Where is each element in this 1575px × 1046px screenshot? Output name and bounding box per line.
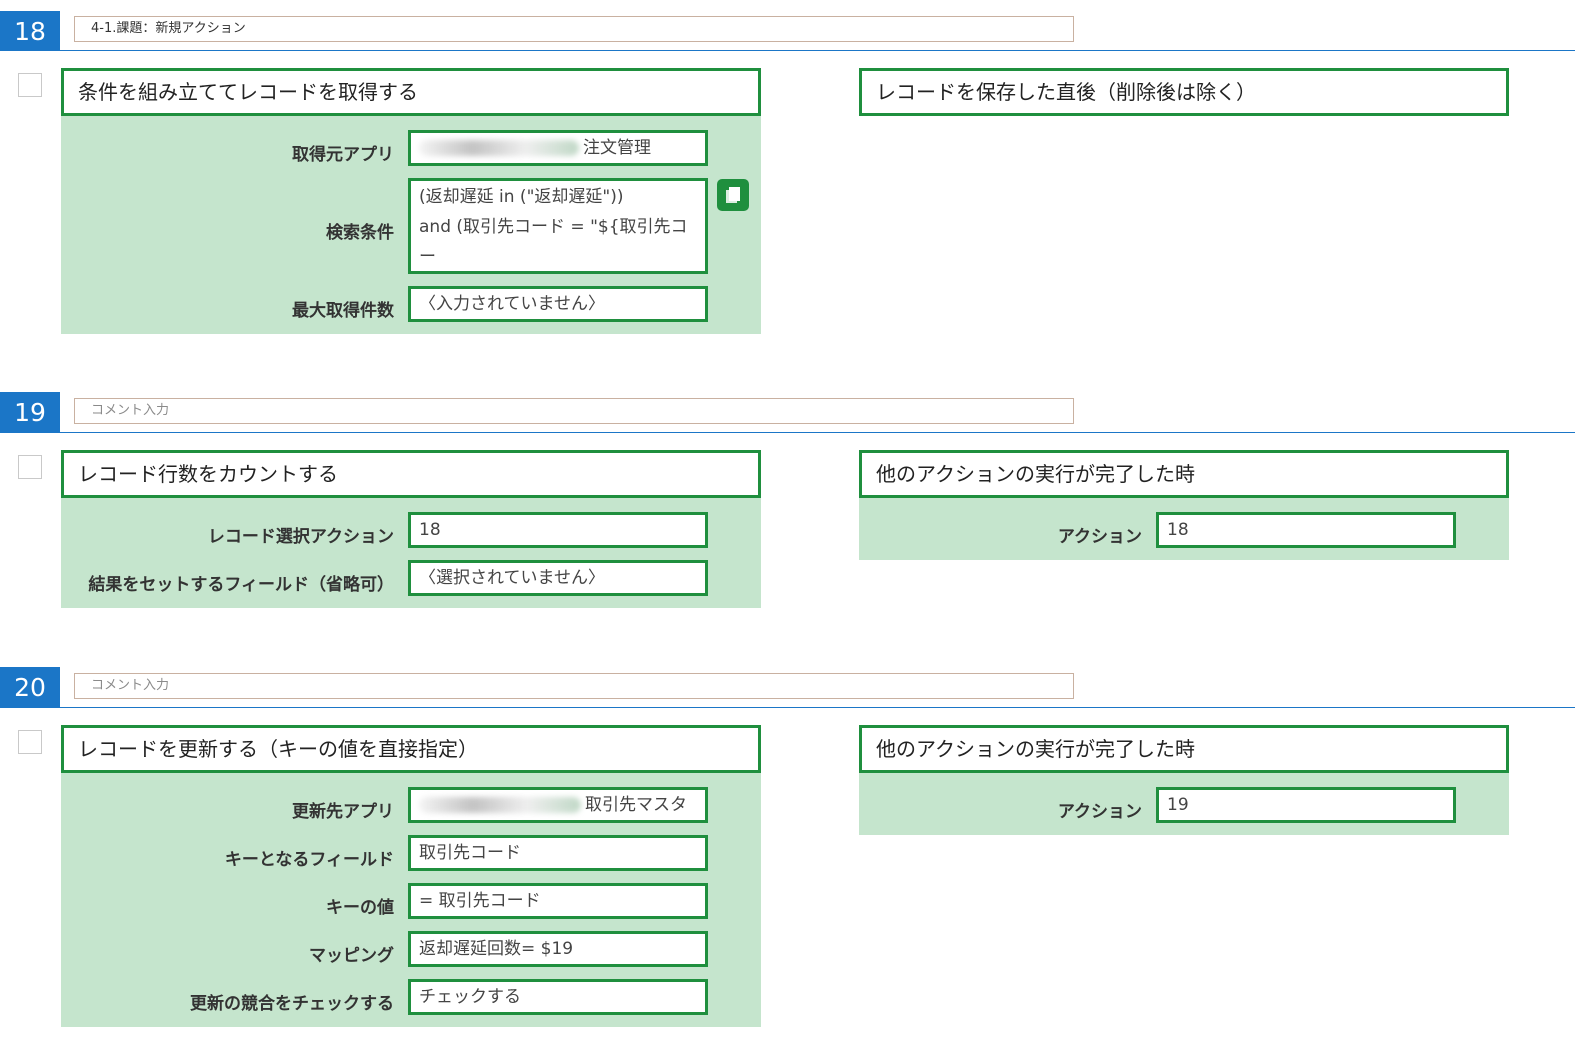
select-checkbox[interactable] [18,455,42,479]
section-divider [0,50,1575,51]
trigger-title[interactable]: 他のアクションの実行が完了した時 [859,450,1509,498]
copy-button[interactable] [717,179,749,211]
record-select-action-field[interactable]: 18 [408,512,708,548]
target-app-field[interactable]: 取引先マスタ [408,787,708,823]
field-label: アクション [1057,802,1142,822]
target-app-name: 取引先マスタ [585,795,687,815]
section-divider [0,432,1575,433]
action-number: 20 [0,667,60,707]
key-value-field[interactable]: = 取引先コード [408,883,708,919]
section-divider [0,707,1575,708]
comment-input[interactable]: コメント入力 [74,673,1074,699]
comment-input[interactable]: コメント入力 [74,398,1074,424]
search-condition-line1: (返却遅延 in ("返却遅延")) [419,187,624,207]
key-field[interactable]: 取引先コード [408,835,708,871]
conflict-check-field[interactable]: チェックする [408,979,708,1015]
select-checkbox[interactable] [18,730,42,754]
source-app-name: 注文管理 [583,138,651,158]
field-label: レコード選択アクション [207,527,394,547]
field-label: 結果をセットするフィールド（省略可） [88,575,394,595]
trigger-action-field[interactable]: 19 [1156,787,1456,823]
field-label: キーとなるフィールド [224,850,394,870]
redacted-app-id [419,140,579,156]
trigger-title[interactable]: 他のアクションの実行が完了した時 [859,725,1509,773]
field-label: キーの値 [326,898,394,918]
field-label: 検索条件 [326,223,394,243]
redacted-app-id [419,797,581,813]
select-checkbox[interactable] [18,73,42,97]
copy-icon [726,187,740,203]
action-title[interactable]: 条件を組み立ててレコードを取得する [61,68,761,116]
action-number: 18 [0,11,60,51]
trigger-action-field[interactable]: 18 [1156,512,1456,548]
comment-input[interactable]: 4-1.課題：新規アクション [74,16,1074,42]
action-title[interactable]: レコードを更新する（キーの値を直接指定） [61,725,761,773]
max-records-field[interactable]: 〈入力されていません〉 [408,286,708,322]
action-number: 19 [0,392,60,432]
field-label: 更新先アプリ [292,802,394,822]
search-condition-field[interactable]: (返却遅延 in ("返却遅延")) and (取引先コード = "${取引先コ… [408,178,708,274]
field-label: 最大取得件数 [292,301,394,321]
field-label: 取得元アプリ [292,145,394,165]
action-title[interactable]: レコード行数をカウントする [61,450,761,498]
source-app-field[interactable]: 注文管理 [408,130,708,166]
trigger-title[interactable]: レコードを保存した直後（削除後は除く） [859,68,1509,116]
field-label: マッピング [309,946,394,966]
field-label: アクション [1057,527,1142,547]
result-field-select[interactable]: 〈選択されていません〉 [408,560,708,596]
mapping-field[interactable]: 返却遅延回数= $19 [408,931,708,967]
field-label: 更新の競合をチェックする [190,994,394,1014]
search-condition-line2: and (取引先コード = "${取引先コー [419,217,688,267]
